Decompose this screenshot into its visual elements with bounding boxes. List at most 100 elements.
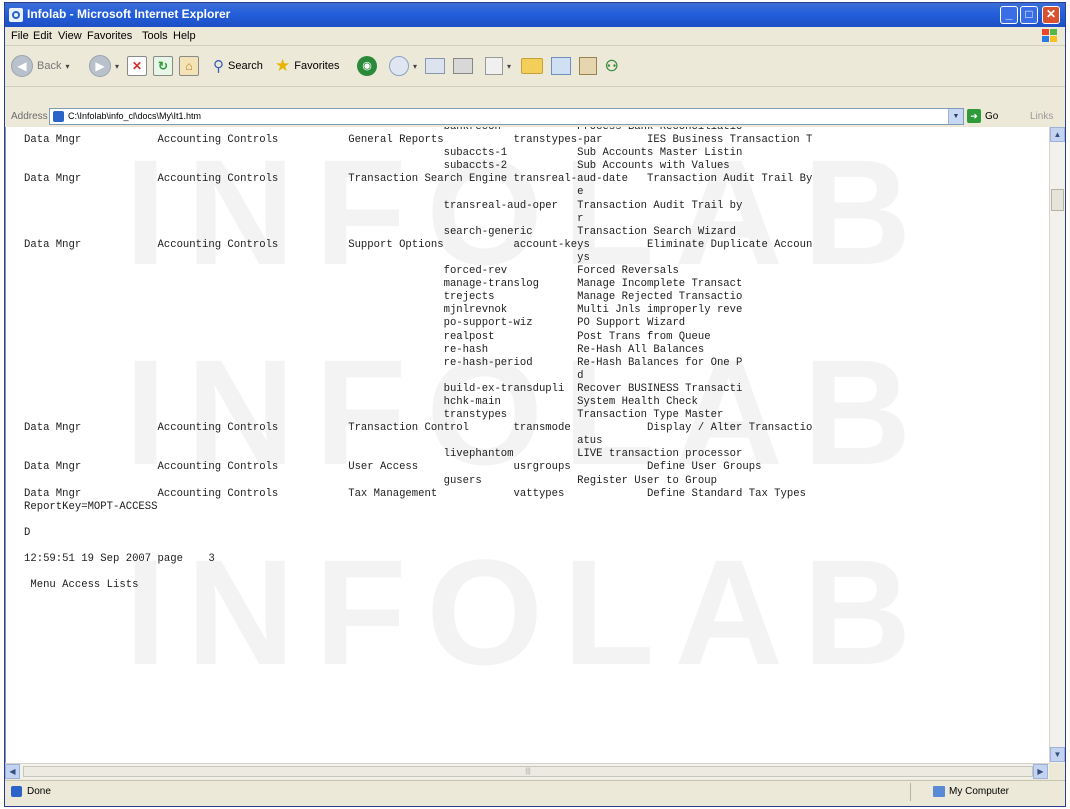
report-line: forced-rev Forced Reversals	[24, 265, 679, 278]
report-text: bankrecon Process Bank Reconciliatio Data…	[24, 127, 812, 592]
report-line: atus	[24, 435, 603, 448]
toolbar: ◀ Back ▾ ▶ ▾ ✕ ↻ ⌂ ⚲ Search ★ Favorites …	[5, 46, 1065, 87]
folder-icon	[521, 58, 543, 74]
print-button[interactable]	[453, 54, 473, 78]
report-line: subaccts-2 Sub Accounts with Values	[24, 160, 730, 173]
people-button[interactable]: ⚇	[605, 54, 618, 78]
report-line: re-hash-period Re-Hash Balances for One …	[24, 356, 743, 369]
report-line: Data Mngr Accounting Controls General Re…	[24, 134, 813, 147]
refresh-button[interactable]: ↻	[153, 54, 173, 78]
forward-button[interactable]: ▶ ▾	[89, 54, 119, 78]
report-line: e	[24, 186, 584, 199]
folder-button[interactable]	[521, 54, 543, 78]
vertical-scroll-thumb[interactable]	[1051, 189, 1064, 211]
address-bar: Address C:\Infolab\info_cl\docs\My\It1.h…	[5, 107, 1065, 128]
close-button[interactable]: ✕	[1042, 6, 1060, 24]
scroll-up-icon[interactable]: ▲	[1050, 127, 1065, 142]
horizontal-scroll-thumb[interactable]: |||	[23, 766, 1033, 777]
address-dropdown-icon[interactable]: ▼	[948, 109, 963, 124]
report-line	[24, 540, 812, 553]
report-line: hchk-main System Health Check	[24, 395, 698, 408]
people-icon: ⚇	[605, 58, 619, 75]
report-line: re-hash Re-Hash All Balances	[24, 343, 705, 356]
menu-help[interactable]: Help	[173, 30, 196, 42]
scroll-down-icon[interactable]: ▼	[1050, 747, 1065, 762]
report-line: search-generic Transaction Search Wizard	[24, 225, 737, 238]
edit-button[interactable]: ▾	[485, 54, 511, 78]
back-dropdown-icon[interactable]: ▾	[65, 62, 69, 71]
ie-icon	[9, 8, 23, 22]
report-line: 12:59:51 19 Sep 2007 page 3	[24, 553, 215, 566]
menu-bar: File Edit View Favorites Tools Help	[5, 27, 1065, 46]
history-icon	[389, 56, 409, 76]
report-line	[24, 514, 812, 527]
scroll-left-icon[interactable]: ◀	[5, 764, 20, 779]
report-line: Data Mngr Accounting Controls Transactio…	[24, 173, 813, 186]
menu-edit[interactable]: Edit	[33, 30, 52, 42]
edit-dropdown-icon[interactable]: ▾	[507, 62, 511, 71]
back-button[interactable]: ◀ Back ▾	[11, 54, 69, 78]
page-content: INFOLAB INFOLAB INFOLAB bankrecon Proces…	[5, 127, 1049, 763]
status-divider	[910, 783, 911, 801]
history-dropdown-icon[interactable]: ▾	[413, 62, 417, 71]
address-value[interactable]: C:\Infolab\info_cl\docs\My\It1.htm	[68, 111, 201, 121]
stop-button[interactable]: ✕	[127, 54, 147, 78]
report-line: transreal-aud-oper Transaction Audit Tra…	[24, 199, 743, 212]
report-line: ys	[24, 251, 590, 264]
forward-dropdown-icon[interactable]: ▾	[115, 62, 119, 71]
horizontal-scrollbar[interactable]: ◀ ||| ▶	[5, 763, 1049, 779]
vertical-scrollbar[interactable]: ▲ ▼	[1049, 127, 1065, 763]
report-line: bankrecon Process Bank Reconciliatio	[24, 127, 743, 133]
report-line: trejects Manage Rejected Transactio	[24, 291, 743, 304]
favorites-button[interactable]: ★ Favorites	[275, 54, 340, 78]
report-line: manage-translog Manage Incomplete Transa…	[24, 278, 743, 291]
maximize-button[interactable]: □	[1020, 6, 1038, 24]
history-button[interactable]: ▾	[389, 54, 417, 78]
menu-file[interactable]: File	[11, 30, 29, 42]
report-line: D	[24, 526, 31, 539]
stop-icon: ✕	[127, 56, 147, 76]
menu-tools[interactable]: Tools	[142, 30, 168, 42]
security-zone: My Computer	[949, 786, 1010, 797]
home-icon: ⌂	[179, 56, 199, 76]
mail-button[interactable]	[425, 54, 445, 78]
favorites-label: Favorites	[294, 60, 340, 72]
status-text: Done	[27, 786, 51, 797]
links-button[interactable]: Links	[1030, 111, 1053, 122]
mail-icon	[425, 58, 445, 74]
report-line: gusers Register User to Group	[24, 474, 717, 487]
report-line: build-ex-transdupli Recover BUSINESS Tra…	[24, 382, 743, 395]
report-line: mjnlrevnok Multi Jnls improperly reve	[24, 304, 743, 317]
report-line: realpost Post Trans from Queue	[24, 330, 711, 343]
media-icon: ◉	[357, 56, 377, 76]
menu-view[interactable]: View	[58, 30, 82, 42]
messenger-button[interactable]	[551, 54, 571, 78]
report-line: transtypes Transaction Type Master	[24, 409, 724, 422]
menu-favorites[interactable]: Favorites	[87, 30, 132, 42]
report-line: Data Mngr Accounting Controls Tax Manage…	[24, 487, 806, 500]
forward-icon: ▶	[89, 55, 111, 77]
minimize-button[interactable]: _	[1000, 6, 1018, 24]
report-line	[24, 566, 812, 579]
browser-window: Infolab - Microsoft Internet Explorer _ …	[4, 2, 1066, 807]
report-line: po-support-wiz PO Support Wizard	[24, 317, 686, 330]
report-line: Data Mngr Accounting Controls Support Op…	[24, 238, 813, 251]
research-button[interactable]	[579, 54, 597, 78]
research-icon	[579, 57, 597, 75]
report-line: Menu Access Lists	[24, 579, 139, 592]
report-line: r	[24, 212, 584, 225]
favorites-icon: ★	[275, 56, 291, 75]
go-arrow-icon[interactable]: ➜	[967, 109, 981, 123]
go-button[interactable]: Go	[985, 111, 998, 122]
back-label: Back	[37, 60, 62, 72]
title-bar[interactable]: Infolab - Microsoft Internet Explorer _ …	[5, 3, 1065, 27]
media-button[interactable]: ◉	[357, 54, 377, 78]
address-label: Address	[11, 111, 48, 122]
address-input[interactable]: C:\Infolab\info_cl\docs\My\It1.htm ▼	[49, 108, 964, 125]
scroll-right-icon[interactable]: ▶	[1033, 764, 1048, 779]
report-line: Data Mngr Accounting Controls User Acces…	[24, 461, 762, 474]
back-icon: ◀	[11, 55, 33, 77]
search-button[interactable]: ⚲ Search	[213, 54, 263, 78]
home-button[interactable]: ⌂	[179, 54, 199, 78]
refresh-icon: ↻	[153, 56, 173, 76]
